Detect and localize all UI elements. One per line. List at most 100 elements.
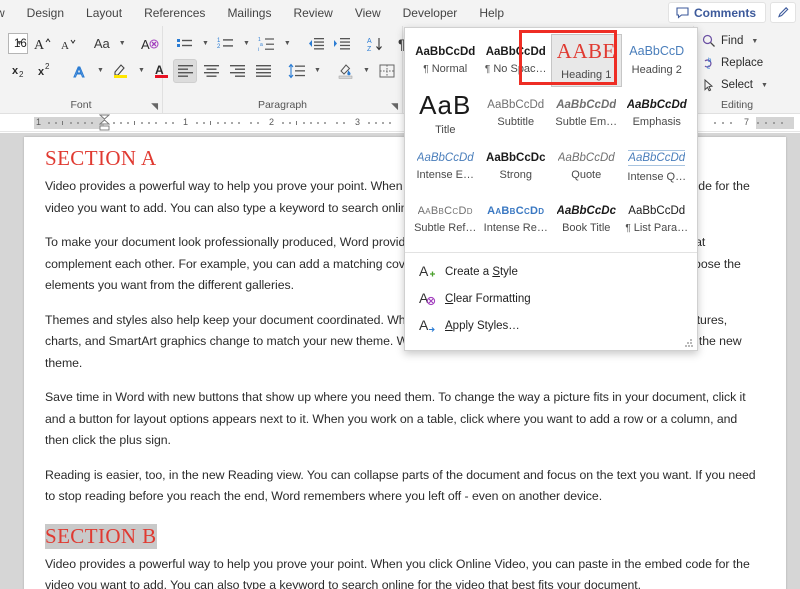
style-preview: AaBbCcDd	[557, 151, 615, 164]
comments-button[interactable]: Comments	[667, 2, 766, 23]
style-item-emphasis[interactable]: AaBbCcDd Emphasis	[622, 87, 693, 140]
style-item-intense-quote[interactable]: AaBbCcDd Intense Q…	[622, 140, 693, 193]
svg-text:A: A	[419, 290, 429, 306]
editing-mode-button[interactable]	[770, 2, 796, 23]
indent-marker-icon[interactable]	[99, 114, 110, 131]
chevron-down-icon[interactable]: ▼	[135, 67, 148, 74]
create-a-style-button[interactable]: A Create a Style	[405, 258, 697, 285]
dialog-launcher-icon[interactable]: ◥	[151, 102, 158, 111]
subscript-button[interactable]: x2	[8, 59, 32, 83]
style-label: Book Title	[562, 222, 611, 235]
chevron-down-icon[interactable]: ▼	[758, 82, 771, 89]
align-center-button[interactable]	[199, 59, 223, 83]
style-item-quote[interactable]: AaBbCcDd Quote	[551, 140, 622, 193]
numbered-list-button[interactable]: 12	[214, 32, 238, 56]
clear-formatting-button[interactable]: A Clear Formatting	[405, 285, 697, 312]
svg-text:x: x	[38, 66, 45, 78]
style-item-intense-reference[interactable]: AaBbCcDd Intense Re…	[481, 193, 552, 246]
chevron-down-icon[interactable]: ▼	[199, 40, 212, 47]
borders-button[interactable]	[375, 59, 399, 83]
styles-gallery-dropdown[interactable]: AaBbCcDd ¶ Normal AaBbCcDd ¶ No Spac… AA…	[404, 27, 698, 351]
style-item-intense-emphasis[interactable]: AaBbCcDd Intense E…	[410, 140, 481, 193]
style-preview: AaBbCcDd	[485, 45, 546, 58]
style-item-heading-2[interactable]: AaBbCcD Heading 2	[622, 34, 693, 87]
style-label: ¶ List Para…	[625, 222, 689, 235]
style-label: Intense Q…	[627, 171, 687, 184]
find-button[interactable]: Find ▼	[702, 30, 774, 52]
chevron-down-icon[interactable]: ▼	[94, 67, 107, 74]
style-preview: AaBbCcDd	[628, 149, 686, 167]
chevron-down-icon[interactable]: ▼	[240, 40, 253, 47]
section-heading[interactable]: SECTION B	[45, 523, 157, 549]
chevron-down-icon[interactable]: ▼	[16, 40, 23, 47]
align-left-button[interactable]	[173, 58, 197, 83]
style-item-subtitle[interactable]: AaBbCcDd Subtitle	[481, 87, 552, 140]
clear-formatting-button[interactable]: A	[139, 32, 163, 56]
style-item-book-title[interactable]: AaBbCcDc Book Title	[551, 193, 622, 246]
chevron-down-icon[interactable]: ▼	[116, 40, 129, 47]
tab-view[interactable]: View	[344, 2, 392, 24]
style-item-normal[interactable]: AaBbCcDd ¶ Normal	[410, 34, 481, 87]
chevron-down-icon[interactable]: ▼	[281, 40, 294, 47]
style-label: ¶ No Spac…	[484, 63, 547, 76]
sort-button[interactable]: AZ	[364, 32, 388, 56]
text-effects-button[interactable]: A	[68, 59, 92, 83]
resize-grip-icon[interactable]	[685, 339, 693, 347]
section-heading[interactable]: SECTION A	[45, 146, 157, 171]
tab-draw[interactable]: w	[0, 2, 16, 24]
tab-references[interactable]: References	[133, 2, 216, 24]
style-item-heading-1[interactable]: AABE Heading 1	[551, 34, 622, 87]
style-item-subtle-reference[interactable]: AaBbCcDd Subtle Ref…	[410, 193, 481, 246]
increase-indent-button[interactable]	[330, 32, 354, 56]
multilevel-list-button[interactable]: 1ai	[255, 32, 279, 56]
style-item-subtle-emphasis[interactable]: AaBbCcDd Subtle Em…	[551, 87, 622, 140]
style-preview: AaBbCcDd	[415, 45, 476, 58]
replace-label: Replace	[721, 57, 764, 69]
style-preview: AaBbCcDd	[626, 98, 687, 111]
paragraph[interactable]: Reading is easier, too, in the new Readi…	[45, 465, 762, 508]
line-spacing-button[interactable]	[285, 59, 309, 83]
text-highlight-button[interactable]	[109, 59, 133, 83]
superscript-button[interactable]: x2	[34, 59, 58, 83]
paragraph[interactable]: Video provides a powerful way to help yo…	[45, 554, 762, 589]
svg-text:A: A	[74, 64, 84, 80]
change-case-button[interactable]: Aa	[90, 32, 114, 56]
tab-mailings[interactable]: Mailings	[216, 2, 282, 24]
ribbon-group-editing: Find ▼ bc Replace Select ▼ Editing	[694, 26, 780, 113]
tab-design[interactable]: Design	[16, 2, 75, 24]
style-label: Heading 2	[631, 63, 682, 76]
replace-button[interactable]: bc Replace	[702, 52, 774, 74]
style-item-list-paragraph[interactable]: AaBbCcDd ¶ List Para…	[622, 193, 693, 246]
style-item-title[interactable]: AaB Title	[410, 87, 481, 140]
dialog-launcher-icon[interactable]: ◥	[391, 102, 398, 111]
select-button[interactable]: Select ▼	[702, 74, 774, 96]
style-label: Quote	[571, 169, 602, 182]
ruler-number: 3	[355, 117, 361, 127]
style-preview: AaBbCcDc	[556, 204, 616, 217]
apply-styles-button[interactable]: A Apply Styles…	[405, 312, 697, 339]
styles-panel-actions: A Create a Style A Clear Formatting A Ap…	[405, 253, 697, 339]
tab-layout[interactable]: Layout	[75, 2, 133, 24]
svg-text:A: A	[419, 263, 429, 279]
tab-developer[interactable]: Developer	[392, 2, 469, 24]
tab-help[interactable]: Help	[468, 2, 515, 24]
shading-button[interactable]	[334, 59, 358, 83]
tab-review[interactable]: Review	[282, 2, 343, 24]
grow-font-button[interactable]: A	[30, 32, 54, 56]
shrink-font-button[interactable]: A	[56, 32, 80, 56]
bullet-list-button[interactable]	[173, 32, 197, 56]
justify-button[interactable]	[251, 59, 275, 83]
svg-text:A: A	[34, 38, 45, 52]
chevron-down-icon[interactable]: ▼	[360, 67, 373, 74]
style-preview: AaBbCcDd	[417, 204, 473, 217]
style-item-strong[interactable]: AaBbCcDc Strong	[481, 140, 552, 193]
align-right-button[interactable]	[225, 59, 249, 83]
ribbon-group-font: 16 ▼ A A Aa ▼ A x2 x2 A ▼ ▼ A Font ◥	[0, 26, 186, 113]
font-size-input[interactable]: 16 ▼	[8, 33, 28, 54]
style-item-no-spacing[interactable]: AaBbCcDd ¶ No Spac…	[481, 34, 552, 87]
paragraph[interactable]: Save time in Word with new buttons that …	[45, 387, 762, 452]
chevron-down-icon[interactable]: ▼	[311, 67, 324, 74]
create-style-label: Create a Style	[445, 265, 518, 278]
decrease-indent-button[interactable]	[304, 32, 328, 56]
chevron-down-icon[interactable]: ▼	[748, 38, 761, 45]
